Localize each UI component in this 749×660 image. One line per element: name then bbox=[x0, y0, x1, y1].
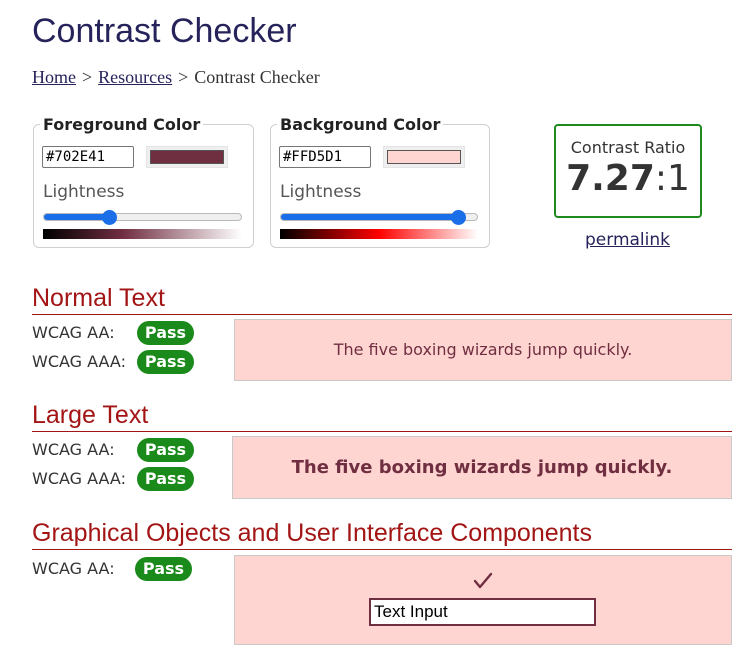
contrast-ratio-label: Contrast Ratio bbox=[570, 138, 686, 157]
normal-text-preview: The five boxing wizards jump quickly. bbox=[234, 319, 732, 381]
large-text-preview: The five boxing wizards jump quickly. bbox=[232, 436, 732, 499]
breadcrumb-home-link[interactable]: Home bbox=[32, 67, 76, 87]
normal-wcag-aa-label: WCAG AA: bbox=[32, 323, 115, 342]
background-color-legend: Background Color bbox=[280, 115, 441, 134]
large-aa-pass-badge: Pass bbox=[137, 438, 194, 462]
graphical-wcag-aa-label: WCAG AA: bbox=[32, 559, 115, 578]
background-lightness-slider[interactable] bbox=[280, 213, 478, 221]
contrast-ratio-number: 7.27 bbox=[566, 158, 655, 199]
foreground-slider-thumb[interactable] bbox=[101, 210, 117, 225]
foreground-slider-fill bbox=[44, 214, 109, 220]
background-color-picker[interactable] bbox=[383, 146, 465, 168]
foreground-lightness-label: Lightness bbox=[43, 182, 125, 202]
breadcrumb-current: Contrast Checker bbox=[194, 67, 320, 87]
large-wcag-aaa-label: WCAG AAA: bbox=[32, 469, 126, 488]
background-lightness-label: Lightness bbox=[280, 182, 362, 202]
background-swatch bbox=[387, 150, 461, 164]
breadcrumb-separator: > bbox=[178, 67, 189, 87]
background-hex-input[interactable] bbox=[279, 146, 371, 168]
contrast-ratio-value: 7.27:1 bbox=[556, 159, 700, 199]
permalink-link[interactable]: permalink bbox=[585, 230, 670, 250]
foreground-color-picker[interactable] bbox=[146, 146, 228, 168]
contrast-ratio-suffix: :1 bbox=[654, 158, 690, 199]
breadcrumb-resources-link[interactable]: Resources bbox=[98, 67, 172, 87]
normal-text-heading: Normal Text bbox=[32, 284, 732, 315]
normal-wcag-aaa-label: WCAG AAA: bbox=[32, 352, 126, 371]
normal-aaa-pass-badge: Pass bbox=[137, 350, 194, 374]
background-lightness-gradient bbox=[280, 229, 478, 239]
graphical-objects-heading: Graphical Objects and User Interface Com… bbox=[32, 519, 732, 550]
foreground-swatch bbox=[150, 150, 224, 164]
foreground-color-legend: Foreground Color bbox=[43, 115, 201, 134]
sample-text-input[interactable] bbox=[369, 598, 596, 626]
large-wcag-aa-label: WCAG AA: bbox=[32, 440, 115, 459]
large-aaa-pass-badge: Pass bbox=[137, 467, 194, 491]
large-text-heading: Large Text bbox=[32, 401, 732, 432]
breadcrumb: Home > Resources > Contrast Checker bbox=[32, 67, 320, 88]
checkmark-icon bbox=[472, 570, 494, 592]
normal-aa-pass-badge: Pass bbox=[137, 321, 194, 345]
background-slider-fill bbox=[281, 214, 458, 220]
foreground-lightness-slider[interactable] bbox=[43, 213, 242, 221]
foreground-lightness-gradient bbox=[43, 229, 242, 239]
foreground-hex-input[interactable] bbox=[42, 146, 134, 168]
breadcrumb-separator: > bbox=[82, 67, 93, 87]
contrast-ratio-box: Contrast Ratio 7.27:1 bbox=[554, 124, 702, 218]
graphical-aa-pass-badge: Pass bbox=[135, 557, 192, 581]
page-title: Contrast Checker bbox=[32, 12, 297, 50]
